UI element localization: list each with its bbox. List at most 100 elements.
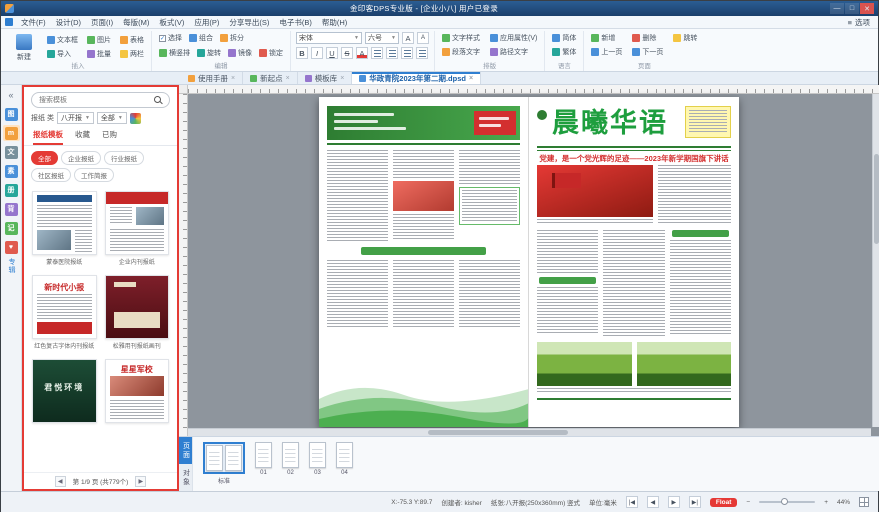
tab-purchased[interactable]: 已购 [102, 129, 117, 145]
template-card[interactable]: 君悦环境 [32, 359, 97, 425]
tab-pages[interactable]: 页面 [179, 437, 192, 464]
traditional-button[interactable]: 繁体 [550, 46, 578, 58]
home-icon[interactable] [5, 18, 13, 26]
page-prev-button[interactable]: 上一页 [589, 46, 624, 58]
import-button[interactable]: 导入 [45, 48, 80, 60]
doc-tab-template-lib[interactable]: 模板库× [298, 72, 353, 84]
strip-favorites-button[interactable]: ♥ [3, 239, 20, 255]
font-family-select[interactable]: 宋体▼ [296, 32, 362, 44]
insert-table-button[interactable]: 表格 [118, 34, 146, 46]
page-spread[interactable]: 晨曦华语 党建，是一个党光辉的足迹——2023年新学期国旗下讲话 [319, 97, 739, 427]
batch-button[interactable]: 批量 [85, 48, 113, 60]
strip-notes-button[interactable]: 记 [3, 220, 20, 236]
template-card[interactable]: 企业内刊报纸 [105, 191, 170, 266]
float-toggle-button[interactable]: Float [710, 498, 738, 507]
rotate-button[interactable]: 旋转 [195, 47, 223, 59]
maximize-button[interactable]: □ [845, 3, 859, 14]
strikethrough-button[interactable]: S [341, 47, 353, 59]
insert-textbox-button[interactable]: 文本框 [45, 34, 80, 46]
menu-apply[interactable]: 应用(P) [189, 16, 224, 29]
page-thumbnail[interactable]: 02 [282, 442, 299, 476]
menu-ebook[interactable]: 电子书(B) [274, 16, 317, 29]
two-column-button[interactable]: 两栏 [118, 48, 146, 60]
newspaper-page-right[interactable]: 晨曦华语 党建，是一个党光辉的足迹——2023年新学期国旗下讲话 [529, 97, 739, 427]
tag-community[interactable]: 社区报纸 [31, 168, 71, 182]
grid-view-icon[interactable] [859, 497, 869, 507]
page-thumbnail[interactable]: 04 [336, 442, 353, 476]
underline-button[interactable]: U [326, 47, 338, 59]
font-color-button[interactable]: A [356, 47, 368, 59]
menu-design[interactable]: 设计(D) [51, 16, 86, 29]
doc-tab-current[interactable]: 华政青院2023年第二期.dpsd× [352, 72, 481, 84]
simplified-button[interactable]: 简体 [550, 32, 578, 44]
menu-board[interactable]: 每版(M) [118, 16, 154, 29]
doc-tab-manual[interactable]: 使用手册× [181, 72, 243, 84]
close-tab-icon[interactable]: × [286, 75, 290, 82]
insert-image-button[interactable]: 图片 [85, 34, 113, 46]
mirror-button[interactable]: 镜像 [226, 47, 254, 59]
template-card[interactable]: 星星军校 [105, 359, 170, 425]
menu-file[interactable]: 文件(F) [16, 16, 51, 29]
tab-objects[interactable]: 对象 [179, 464, 192, 491]
tag-industry[interactable]: 行业报纸 [104, 151, 144, 165]
last-page-button[interactable]: ▶| [689, 496, 701, 508]
page-jump-button[interactable]: 跳转 [671, 32, 699, 44]
doc-tab-newstart[interactable]: 新起点× [243, 72, 298, 84]
zoom-slider[interactable] [759, 501, 815, 503]
italic-button[interactable]: I [311, 47, 323, 59]
tag-enterprise[interactable]: 企业报纸 [61, 151, 101, 165]
tab-favorites[interactable]: 收藏 [75, 129, 90, 145]
select-toggle[interactable]: ✓选择 [157, 32, 184, 44]
lock-button[interactable]: 锁定 [257, 47, 285, 59]
scrollbar-thumb[interactable] [874, 154, 879, 244]
align-right-button[interactable] [401, 47, 413, 59]
color-filter-icon[interactable] [130, 113, 141, 124]
template-card[interactable]: 松雅用刊报纸画刊 [105, 275, 170, 350]
minimize-button[interactable]: — [830, 3, 844, 14]
next-page-button[interactable]: ▶ [668, 496, 680, 508]
zoom-in-button[interactable]: + [824, 499, 828, 506]
collapse-panel-button[interactable]: « [3, 87, 20, 103]
tab-newspaper-templates[interactable]: 报纸模板 [33, 129, 63, 145]
close-tab-icon[interactable]: × [231, 75, 235, 82]
search-icon[interactable] [154, 96, 161, 103]
font-shrink-button[interactable]: A [417, 32, 429, 44]
menu-share-export[interactable]: 分享导出(S) [224, 16, 274, 29]
tag-work-brief[interactable]: 工作简报 [74, 168, 114, 182]
strip-template-button[interactable]: m [3, 125, 20, 141]
canvas-area[interactable]: 晨曦华语 党建，是一个党光辉的足迹——2023年新学期国旗下讲话 [179, 85, 879, 436]
close-tab-icon[interactable]: × [340, 75, 344, 82]
font-size-select[interactable]: 六号▼ [365, 32, 399, 44]
paper-size-select[interactable]: 八开报▼ [57, 112, 94, 124]
bold-button[interactable]: B [296, 47, 308, 59]
scrollbar-thumb[interactable] [428, 430, 568, 435]
tag-all[interactable]: 全部 [31, 151, 58, 165]
page-prev-icon[interactable]: ◀ [55, 476, 66, 487]
group-button[interactable]: 组合 [187, 32, 215, 44]
align-justify-button[interactable] [416, 47, 428, 59]
horizontal-scrollbar[interactable] [188, 428, 871, 436]
strip-album-button[interactable]: 册 [3, 182, 20, 198]
hamburger-icon[interactable]: ≡ [848, 18, 852, 27]
zoom-out-button[interactable]: − [746, 499, 750, 506]
menu-layout[interactable]: 板式(V) [154, 16, 189, 29]
template-card[interactable]: 新时代小报 红色复古字体内刊报纸 [32, 275, 97, 350]
orientation-button[interactable]: 横竖排 [157, 47, 192, 59]
align-left-button[interactable] [371, 47, 383, 59]
strip-text-button[interactable]: 文 [3, 144, 20, 160]
master-thumbnail[interactable]: 标准 [203, 442, 245, 485]
path-text-button[interactable]: 路径文字 [488, 46, 539, 58]
options-button[interactable]: 选项 [855, 17, 870, 28]
search-input[interactable] [31, 92, 170, 108]
page-add-button[interactable]: 新增 [589, 32, 624, 44]
page-delete-button[interactable]: 删除 [630, 32, 665, 44]
newspaper-page-left[interactable] [319, 97, 529, 427]
page-thumbnail[interactable]: 03 [309, 442, 326, 476]
prev-page-button[interactable]: ◀ [647, 496, 659, 508]
close-tab-icon[interactable]: × [469, 75, 473, 82]
ungroup-button[interactable]: 拆分 [218, 32, 246, 44]
close-button[interactable]: ✕ [860, 3, 874, 14]
new-object-button[interactable]: 新建 [10, 32, 38, 62]
menu-page[interactable]: 页面(I) [86, 16, 118, 29]
scope-select[interactable]: 全部▼ [97, 112, 127, 124]
